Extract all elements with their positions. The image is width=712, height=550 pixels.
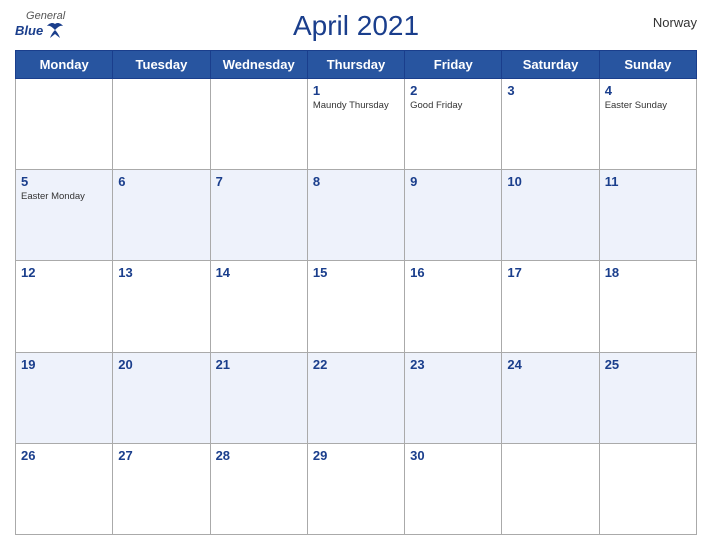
- logo-bird-icon: [45, 22, 65, 38]
- calendar-cell: 22: [307, 352, 404, 443]
- title-section: April 2021: [293, 10, 419, 42]
- calendar-cell: [113, 79, 210, 170]
- calendar-cell: 18: [599, 261, 696, 352]
- calendar-cell: 2 Good Friday: [405, 79, 502, 170]
- day-number: 15: [313, 265, 399, 280]
- calendar-cell: 16: [405, 261, 502, 352]
- day-number: 23: [410, 357, 496, 372]
- calendar-cell: 4 Easter Sunday: [599, 79, 696, 170]
- calendar-title: April 2021: [293, 10, 419, 42]
- day-number: 18: [605, 265, 691, 280]
- calendar-table: MondayTuesdayWednesdayThursdayFridaySatu…: [15, 50, 697, 535]
- weekday-header-sunday: Sunday: [599, 51, 696, 79]
- day-number: 14: [216, 265, 302, 280]
- day-number: 16: [410, 265, 496, 280]
- calendar-cell: [210, 79, 307, 170]
- day-number: 3: [507, 83, 593, 98]
- day-number: 21: [216, 357, 302, 372]
- calendar-week-row: 5 Easter Monday 6789 10 11: [16, 170, 697, 261]
- day-number: 5: [21, 174, 107, 189]
- day-number: 30: [410, 448, 496, 463]
- calendar-week-row: 1 Maundy Thursday 2 Good Friday 34 Easter Sun…: [16, 79, 697, 170]
- calendar-cell: 1 Maundy Thursday: [307, 79, 404, 170]
- country-label: Norway: [653, 15, 697, 30]
- calendar-cell: 23: [405, 352, 502, 443]
- day-number: 19: [21, 357, 107, 372]
- calendar-cell: 19: [16, 352, 113, 443]
- calendar-week-row: 19 20 21 22 23 24 25: [16, 352, 697, 443]
- day-number: 22: [313, 357, 399, 372]
- weekday-header-tuesday: Tuesday: [113, 51, 210, 79]
- calendar-cell: 30: [405, 443, 502, 534]
- calendar-cell: 12: [16, 261, 113, 352]
- calendar-cell: 8: [307, 170, 404, 261]
- day-number: 6: [118, 174, 204, 189]
- day-number: 24: [507, 357, 593, 372]
- day-number: 25: [605, 357, 691, 372]
- calendar-cell: 25: [599, 352, 696, 443]
- calendar-cell: [599, 443, 696, 534]
- calendar-cell: 7: [210, 170, 307, 261]
- calendar-cell: 21: [210, 352, 307, 443]
- weekday-header-row: MondayTuesdayWednesdayThursdayFridaySatu…: [16, 51, 697, 79]
- calendar-cell: 29: [307, 443, 404, 534]
- weekday-header-saturday: Saturday: [502, 51, 599, 79]
- day-number: 9: [410, 174, 496, 189]
- day-number: 11: [605, 174, 691, 189]
- calendar-week-row: 26 27 28 29 30: [16, 443, 697, 534]
- calendar-cell: 10: [502, 170, 599, 261]
- day-number: 7: [216, 174, 302, 189]
- calendar-cell: [502, 443, 599, 534]
- day-number: 8: [313, 174, 399, 189]
- day-number: 26: [21, 448, 107, 463]
- calendar-week-row: 12 13 14 15 16 17 18: [16, 261, 697, 352]
- calendar-cell: 3: [502, 79, 599, 170]
- calendar-cell: 20: [113, 352, 210, 443]
- calendar-cell: 9: [405, 170, 502, 261]
- day-number: 17: [507, 265, 593, 280]
- day-number: 28: [216, 448, 302, 463]
- holiday-name: Easter Sunday: [605, 100, 691, 111]
- calendar-cell: 5 Easter Monday: [16, 170, 113, 261]
- calendar-cell: [16, 79, 113, 170]
- weekday-header-thursday: Thursday: [307, 51, 404, 79]
- calendar-cell: 15: [307, 261, 404, 352]
- day-number: 20: [118, 357, 204, 372]
- day-number: 29: [313, 448, 399, 463]
- holiday-name: Easter Monday: [21, 191, 107, 202]
- day-number: 13: [118, 265, 204, 280]
- day-number: 27: [118, 448, 204, 463]
- calendar-cell: 6: [113, 170, 210, 261]
- calendar-wrapper: General Blue April 2021 Norway MondayTue…: [0, 0, 712, 550]
- weekday-header-monday: Monday: [16, 51, 113, 79]
- logo-blue: Blue: [15, 23, 43, 38]
- day-number: 4: [605, 83, 691, 98]
- logo-general: General: [26, 10, 65, 22]
- day-number: 1: [313, 83, 399, 98]
- calendar-cell: 28: [210, 443, 307, 534]
- weekday-header-friday: Friday: [405, 51, 502, 79]
- weekday-header-wednesday: Wednesday: [210, 51, 307, 79]
- day-number: 10: [507, 174, 593, 189]
- day-number: 2: [410, 83, 496, 98]
- logo: General Blue: [15, 10, 65, 38]
- calendar-cell: 13: [113, 261, 210, 352]
- calendar-cell: 11: [599, 170, 696, 261]
- calendar-header: General Blue April 2021 Norway: [15, 10, 697, 42]
- calendar-cell: 17: [502, 261, 599, 352]
- holiday-name: Good Friday: [410, 100, 496, 111]
- day-number: 12: [21, 265, 107, 280]
- calendar-cell: 14: [210, 261, 307, 352]
- calendar-cell: 26: [16, 443, 113, 534]
- calendar-cell: 27: [113, 443, 210, 534]
- holiday-name: Maundy Thursday: [313, 100, 399, 111]
- calendar-cell: 24: [502, 352, 599, 443]
